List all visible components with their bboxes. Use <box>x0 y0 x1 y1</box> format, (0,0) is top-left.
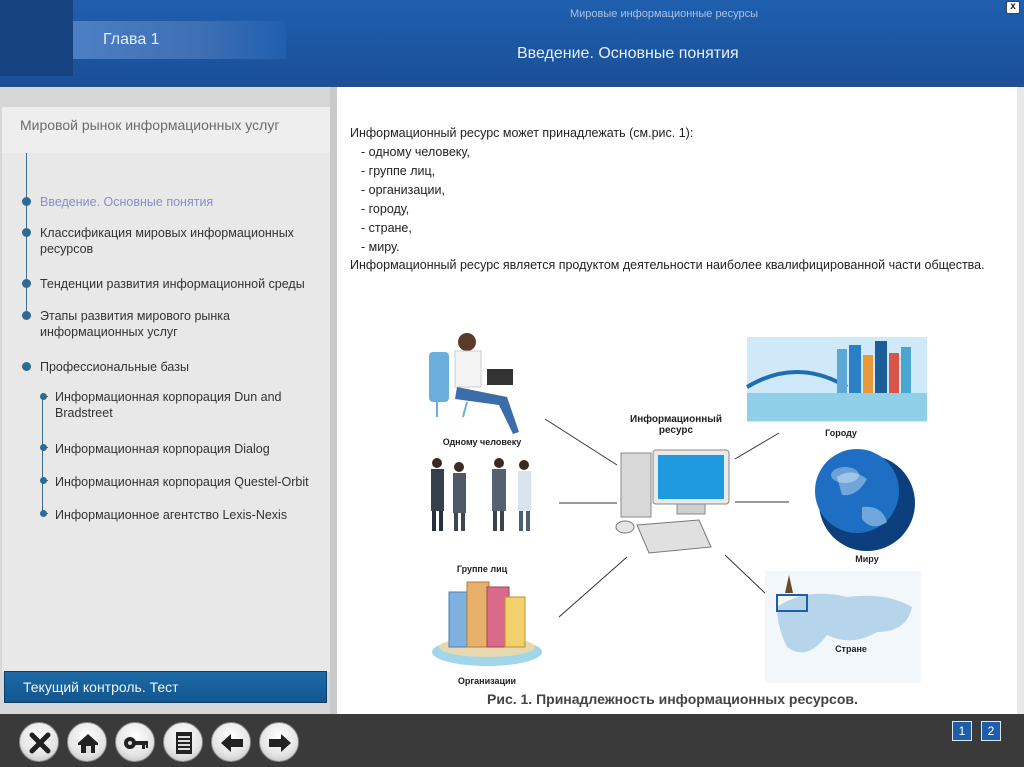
diagram-label-country: Стране <box>835 644 867 654</box>
connector-line <box>558 556 628 618</box>
person-illustration <box>429 333 519 434</box>
sidebar-subitem-questel-orbit[interactable]: Информационная корпорация Questel-Orbit <box>55 474 309 490</box>
connector-line <box>544 418 618 466</box>
nav-bullet <box>22 197 31 206</box>
nav-sub-bullet <box>40 393 47 400</box>
diagram-label-person: Одному человеку <box>442 437 522 447</box>
key-icon <box>124 737 148 749</box>
sidebar-section-title[interactable]: Мировой рынок информационных услуг <box>2 107 332 153</box>
organization-illustration <box>432 581 542 666</box>
nav-sub-bullet <box>40 510 47 517</box>
bottom-toolbar: 1 2 <box>0 714 1024 767</box>
content-scrollbar[interactable] <box>1017 87 1024 714</box>
window-close-button[interactable]: x <box>1006 1 1020 14</box>
nav-bullet <box>22 228 31 237</box>
course-subtitle: Мировые информационные ресурсы <box>570 8 759 20</box>
diagram-label-group: Группе лиц <box>456 564 508 574</box>
close-button[interactable] <box>19 722 59 762</box>
header-left-block <box>0 0 73 76</box>
key-button[interactable] <box>115 722 155 762</box>
ownership-diagram <box>429 333 927 683</box>
sidebar-item-classification[interactable]: Классификация мировых информационных рес… <box>40 225 294 257</box>
sidebar-subitem-dialog[interactable]: Информационная корпорация Dialog <box>55 441 270 457</box>
diagram-center-label: Информационный ресурс <box>630 414 722 436</box>
nav-sub-bullet <box>40 444 47 451</box>
connector-line <box>724 554 768 596</box>
sidebar-item-stages[interactable]: Этапы развития мирового рынка информацио… <box>40 308 230 340</box>
nav-sub-bullet <box>40 477 47 484</box>
close-icon <box>29 732 51 754</box>
sidebar-item-databases[interactable]: Профессиональные базы <box>40 359 189 375</box>
main-content: Информационный ресурс может принадлежать… <box>337 87 1017 714</box>
diagram-label-world: Миру <box>855 554 879 564</box>
page-button-2[interactable]: 2 <box>981 721 1001 741</box>
back-button[interactable] <box>211 722 251 762</box>
nav-bullet <box>22 279 31 288</box>
page-title: Введение. Основные понятия <box>517 45 739 62</box>
chapter-label: Глава 1 <box>73 21 286 59</box>
diagram-label-org: Организации <box>457 676 517 686</box>
connector-line <box>734 432 780 460</box>
forward-button[interactable] <box>259 722 299 762</box>
sidebar-subitem-lexis-nexis[interactable]: Информационное агентство Lexis-Nexis <box>55 507 287 523</box>
sidebar-subitem-dun-bradstreet[interactable]: Информационная корпорация Dun and Bradst… <box>55 389 282 421</box>
country-map-illustration <box>765 571 921 683</box>
forward-arrow-icon <box>269 734 291 752</box>
computer-illustration <box>615 449 730 554</box>
sidebar-item-introduction[interactable]: Введение. Основные понятия <box>40 194 213 210</box>
back-arrow-icon <box>221 734 243 752</box>
test-button[interactable]: Текущий контроль. Тест <box>4 671 327 703</box>
figure-caption: Рис. 1. Принадлежность информационных ре… <box>487 691 858 707</box>
group-illustration <box>431 458 531 531</box>
city-illustration <box>745 337 927 422</box>
sidebar-scrollbar[interactable] <box>330 87 337 714</box>
nav-bullet <box>22 311 31 320</box>
notes-icon <box>176 732 192 754</box>
globe-illustration <box>815 449 915 551</box>
notes-button[interactable] <box>163 722 203 762</box>
nav-bullet <box>22 362 31 371</box>
nav-subtree-line <box>42 393 43 513</box>
home-button[interactable] <box>67 722 107 762</box>
home-icon <box>78 734 98 753</box>
header: Глава 1 Мировые информационные ресурсы В… <box>0 0 1024 87</box>
sidebar: Мировой рынок информационных услуг Введе… <box>0 87 337 714</box>
diagram-label-city: Городу <box>825 428 857 438</box>
sidebar-item-trends[interactable]: Тенденции развития информационной среды <box>40 276 305 292</box>
page-button-1[interactable]: 1 <box>952 721 972 741</box>
